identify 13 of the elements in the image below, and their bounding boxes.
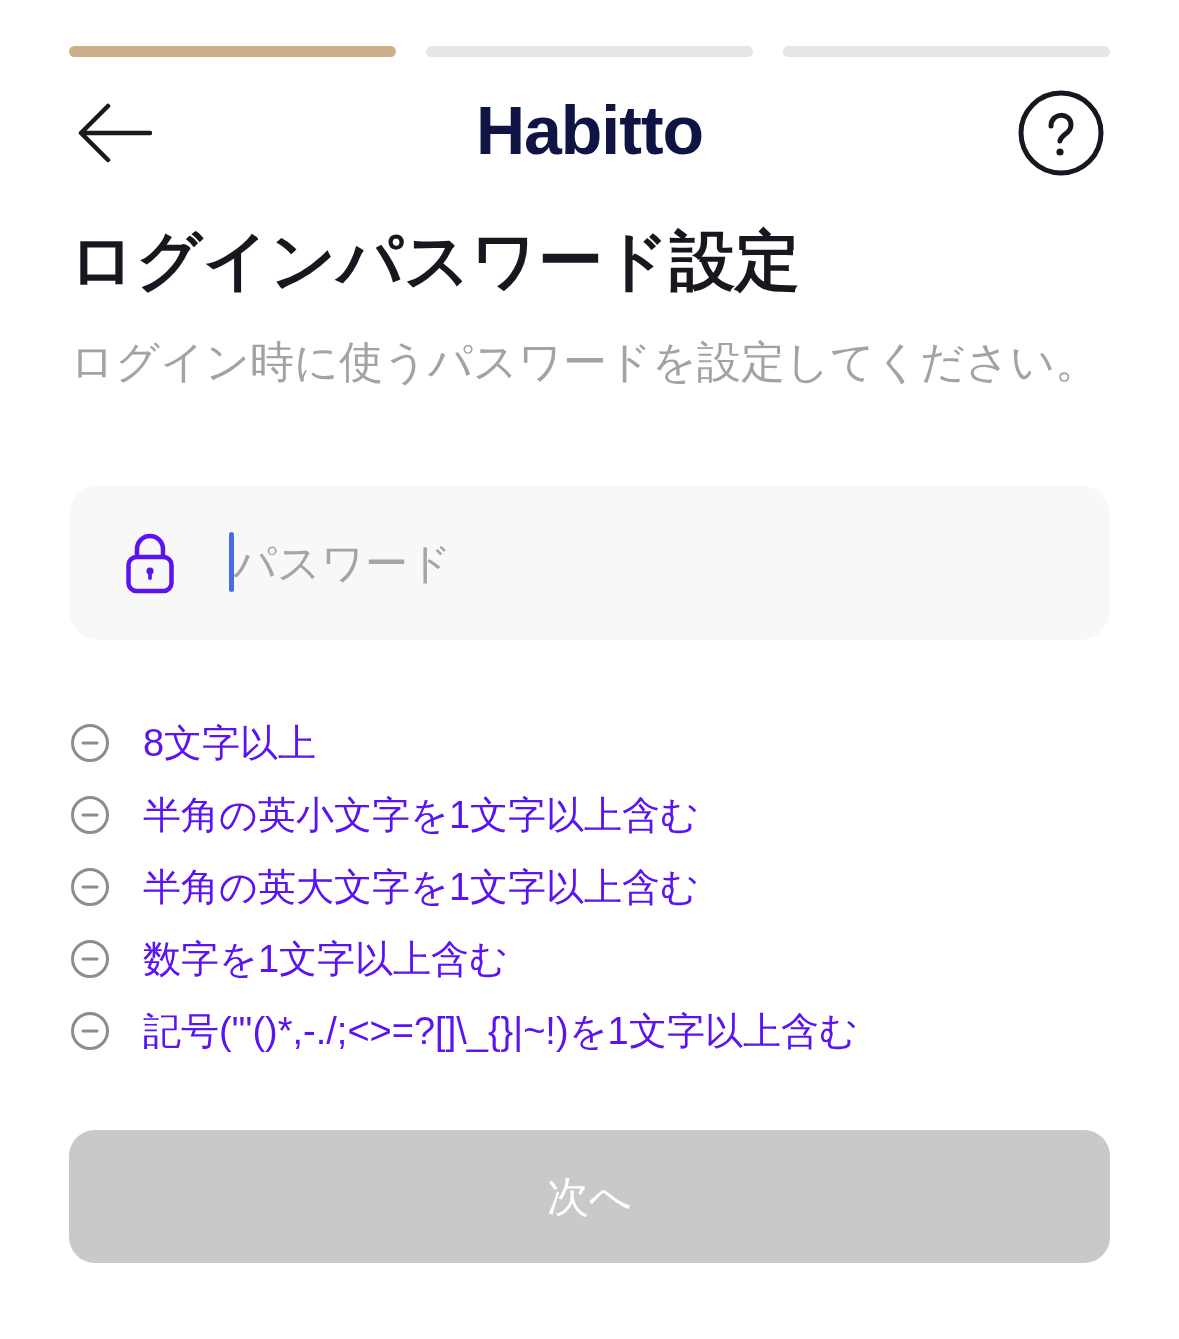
requirement-text: 半角の英小文字を1文字以上含む: [143, 792, 700, 838]
back-arrow-icon[interactable]: [78, 103, 152, 163]
requirement-text: 数字を1文字以上含む: [143, 936, 509, 982]
app-logo: Habitto: [475, 96, 704, 164]
requirement-text: 記号("'()*,-./;<>=?[]\_{}|~!)を1文字以上含む: [143, 1008, 858, 1054]
text-cursor-icon: [229, 532, 234, 592]
page-subtitle: ログイン時に使うパスワードを設定してください。: [70, 336, 1100, 388]
help-icon[interactable]: [1018, 90, 1104, 176]
page-title: ログインパスワード設定: [69, 223, 801, 299]
password-field[interactable]: パスワード: [69, 485, 1110, 640]
lock-icon: [126, 532, 174, 594]
requirement-text: 8文字以上: [143, 720, 317, 766]
requirement-text: 半角の英大文字を1文字以上含む: [143, 864, 700, 910]
